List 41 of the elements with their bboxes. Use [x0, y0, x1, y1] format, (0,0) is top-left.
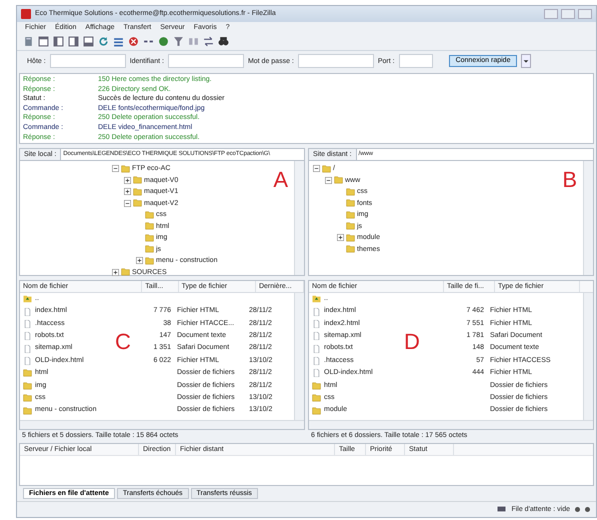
collapse-icon[interactable] — [112, 165, 119, 172]
scrollbar[interactable] — [583, 292, 593, 420]
scrollbar[interactable] — [583, 160, 593, 275]
scrollbar[interactable] — [294, 292, 304, 420]
status-light-icon — [585, 506, 590, 512]
collapse-icon[interactable] — [313, 165, 320, 172]
panel-icon[interactable] — [83, 36, 94, 48]
input-field[interactable] — [398, 54, 433, 68]
panel-icon[interactable] — [53, 36, 64, 48]
app-icon — [21, 8, 31, 19]
collapse-icon[interactable] — [124, 200, 131, 207]
parent-folder-icon — [23, 295, 32, 304]
expand-icon[interactable] — [136, 257, 143, 264]
search-icon[interactable] — [218, 36, 229, 48]
refresh-icon[interactable] — [98, 36, 109, 48]
scrollbar[interactable] — [294, 160, 304, 275]
expand-icon[interactable] — [124, 188, 131, 196]
expand-icon[interactable] — [124, 176, 131, 184]
scrollbar[interactable] — [20, 420, 304, 429]
cancel-icon[interactable] — [128, 36, 139, 48]
folder-icon — [121, 268, 130, 276]
input-field[interactable] — [168, 54, 244, 68]
annotation-letter: A — [273, 166, 288, 193]
panel-icon[interactable] — [68, 36, 79, 48]
status-light-icon — [575, 506, 580, 512]
server-icon[interactable] — [23, 36, 34, 48]
annotation-letter: B — [562, 166, 577, 193]
scrollbar[interactable] — [309, 420, 593, 429]
dropdown-icon[interactable] — [521, 54, 532, 68]
annotation-letter: C — [115, 328, 131, 355]
input-field[interactable] — [50, 54, 126, 68]
panel-icon[interactable] — [38, 36, 49, 48]
sync-icon[interactable] — [203, 36, 214, 48]
filter-icon[interactable] — [173, 36, 184, 48]
connect-icon[interactable] — [158, 36, 169, 48]
annotation-letter: D — [404, 328, 420, 355]
expand-icon[interactable] — [337, 234, 344, 242]
parent-folder-icon — [312, 295, 321, 304]
expand-icon[interactable] — [112, 268, 119, 276]
input-field[interactable] — [298, 54, 374, 68]
collapse-icon[interactable] — [325, 176, 332, 184]
